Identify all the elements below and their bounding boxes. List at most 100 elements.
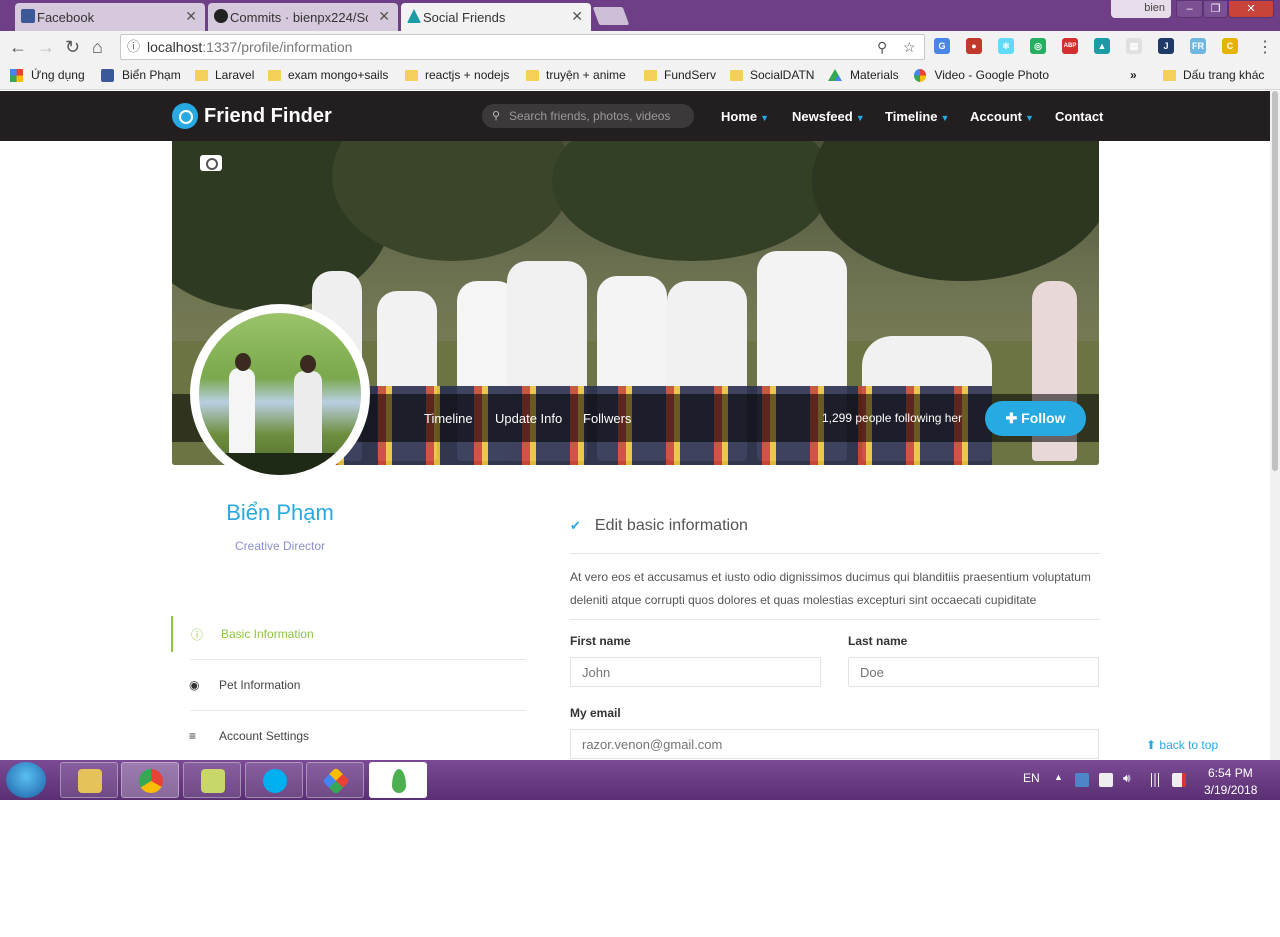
address-bar[interactable]: ⓘ localhost:1337/profile/information ⚲ ☆ bbox=[120, 34, 925, 60]
bookmark-fundserv[interactable]: FundServ bbox=[644, 68, 716, 82]
new-tab-button[interactable] bbox=[592, 7, 630, 25]
power-icon[interactable] bbox=[1099, 773, 1113, 787]
email-field[interactable] bbox=[570, 729, 1099, 759]
last-name-label: Last name bbox=[848, 634, 908, 648]
bookmark-google-photos[interactable]: Video - Google Photo bbox=[914, 68, 1049, 82]
bookmark-materials[interactable]: Materials bbox=[828, 68, 899, 82]
following-count: 1,299 people following her bbox=[822, 411, 963, 425]
tab-commits[interactable]: Commits · bienpx224/Soc ✕ bbox=[208, 3, 398, 31]
sidebar-item-account-settings[interactable]: ≡ Account Settings bbox=[171, 718, 526, 754]
clock-date[interactable]: 3/19/2018 bbox=[1204, 783, 1257, 797]
site-info-icon[interactable]: ⓘ bbox=[127, 35, 140, 59]
bookmark-label: SocialDATN bbox=[750, 68, 815, 82]
nav-home[interactable]: Home ▼ bbox=[721, 109, 769, 124]
close-icon[interactable]: ✕ bbox=[571, 8, 583, 25]
facebook-icon bbox=[101, 68, 114, 82]
translate-icon[interactable]: G bbox=[934, 38, 950, 54]
tab-facebook[interactable]: Facebook ✕ bbox=[15, 3, 205, 31]
first-name-field[interactable] bbox=[570, 657, 821, 687]
home-icon[interactable]: ⌂ bbox=[92, 37, 103, 58]
ext-teal-icon[interactable]: ▲ bbox=[1094, 38, 1110, 54]
sidebar-item-basic-information[interactable]: ⓘ Basic Information bbox=[171, 616, 526, 652]
react-devtools-icon[interactable]: ⚛ bbox=[998, 38, 1014, 54]
bookmark-overflow-button[interactable]: » bbox=[1130, 68, 1137, 82]
zoom-icon[interactable]: ⚲ bbox=[877, 35, 887, 59]
close-window-button[interactable]: ✕ bbox=[1228, 0, 1274, 18]
menu-kebab-icon[interactable]: ⋮ bbox=[1257, 37, 1273, 57]
notes-icon bbox=[201, 769, 225, 793]
profile-name-label: bien bbox=[1144, 2, 1165, 14]
nav-contact[interactable]: Contact bbox=[1055, 109, 1103, 124]
signal-icon[interactable] bbox=[1148, 773, 1162, 787]
maximize-button[interactable]: ❐ bbox=[1203, 0, 1228, 18]
nav-newsfeed[interactable]: Newsfeed ▼ bbox=[792, 109, 865, 124]
cover-link-followers[interactable]: Follwers bbox=[583, 411, 631, 426]
camera-icon[interactable] bbox=[200, 155, 222, 171]
taskbar-notes[interactable] bbox=[183, 762, 241, 798]
ext-green-icon[interactable]: ◎ bbox=[1030, 38, 1046, 54]
adblock-icon[interactable]: ABP bbox=[1062, 38, 1078, 54]
tray-expand-icon[interactable]: ▲ bbox=[1054, 772, 1063, 782]
bookmark-other[interactable]: Dấu trang khác bbox=[1163, 68, 1264, 82]
bookmark-truyen[interactable]: truyện + anime bbox=[526, 68, 626, 82]
google-drive-icon bbox=[828, 69, 842, 81]
ext-calendar-icon[interactable]: ▤ bbox=[1126, 38, 1142, 54]
taskbar-explorer[interactable] bbox=[60, 762, 118, 798]
tray-app-icon[interactable] bbox=[1075, 773, 1089, 787]
chevron-down-icon: ▼ bbox=[940, 113, 950, 123]
divider bbox=[570, 553, 1100, 554]
scrollbar-thumb[interactable] bbox=[1272, 91, 1278, 471]
cover-link-update-info[interactable]: Update Info bbox=[495, 411, 562, 426]
tab-social-friends[interactable]: Social Friends ✕ bbox=[401, 3, 591, 31]
last-name-field[interactable] bbox=[848, 657, 1099, 687]
ext-fr-icon[interactable]: FR bbox=[1190, 38, 1206, 54]
back-to-top-link[interactable]: ⬆ back to top bbox=[1146, 738, 1218, 752]
github-icon: ◉ bbox=[189, 678, 200, 692]
bookmark-label: Materials bbox=[850, 68, 899, 82]
bookmark-exam-mongo[interactable]: exam mongo+sails bbox=[268, 68, 388, 82]
back-arrow-icon[interactable]: ← bbox=[9, 37, 27, 58]
profile-chip[interactable]: bien bbox=[1111, 0, 1171, 18]
ext-cookie-icon[interactable]: C bbox=[1222, 38, 1238, 54]
nav-timeline[interactable]: Timeline ▼ bbox=[885, 109, 949, 124]
divider bbox=[190, 659, 526, 660]
nav-account[interactable]: Account ▼ bbox=[970, 109, 1034, 124]
taskbar-chrome[interactable] bbox=[121, 762, 179, 798]
chevron-down-icon: ▼ bbox=[760, 113, 770, 123]
bookmark-reactjs[interactable]: reactjs + nodejs bbox=[405, 68, 509, 82]
taskbar-skype[interactable] bbox=[245, 762, 303, 798]
follow-button[interactable]: ✚ Follow bbox=[985, 401, 1086, 436]
taskbar-mongodb[interactable] bbox=[369, 762, 427, 798]
brand-logo[interactable]: Friend Finder bbox=[172, 103, 332, 129]
clock-time[interactable]: 6:54 PM bbox=[1208, 766, 1253, 780]
ext-j-icon[interactable]: J bbox=[1158, 38, 1174, 54]
site-search-input[interactable]: ⚲ Search friends, photos, videos bbox=[482, 104, 694, 128]
nav-label: Newsfeed bbox=[792, 109, 853, 124]
cover-link-timeline[interactable]: Timeline bbox=[424, 411, 473, 426]
bookmark-laravel[interactable]: Laravel bbox=[195, 68, 254, 82]
bookmark-apps[interactable]: Ứng dụng bbox=[10, 68, 85, 82]
facebook-icon bbox=[21, 9, 35, 23]
ext-red-icon[interactable]: ● bbox=[966, 38, 982, 54]
form-description: At vero eos et accusamus et iusto odio d… bbox=[570, 570, 1091, 607]
chevron-down-icon: ▼ bbox=[855, 113, 865, 123]
back-to-top-label: back to top bbox=[1159, 738, 1219, 752]
minimize-button[interactable]: – bbox=[1176, 0, 1203, 18]
sidebar-item-pet-information[interactable]: ◉ Pet Information bbox=[171, 667, 526, 703]
forward-arrow-icon[interactable]: → bbox=[37, 37, 55, 58]
volume-icon[interactable]: 🔊︎ bbox=[1123, 771, 1131, 786]
bookmark-bien-pham[interactable]: Biển Phạm bbox=[101, 68, 181, 82]
close-icon[interactable]: ✕ bbox=[378, 8, 390, 25]
taskbar-diamond-app[interactable] bbox=[306, 762, 364, 798]
folder-icon bbox=[526, 69, 539, 81]
reload-icon[interactable]: ↻ bbox=[65, 37, 80, 58]
bookmark-label: exam mongo+sails bbox=[288, 68, 389, 82]
bookmark-star-icon[interactable]: ☆ bbox=[903, 35, 916, 59]
language-indicator[interactable]: EN bbox=[1023, 771, 1040, 785]
start-button[interactable] bbox=[6, 762, 46, 798]
network-error-icon[interactable] bbox=[1172, 773, 1186, 787]
close-icon[interactable]: ✕ bbox=[185, 8, 197, 25]
avatar[interactable] bbox=[190, 304, 370, 484]
bookmark-socialdatn[interactable]: SocialDATN bbox=[730, 68, 814, 82]
nav-label: Home bbox=[721, 109, 758, 124]
